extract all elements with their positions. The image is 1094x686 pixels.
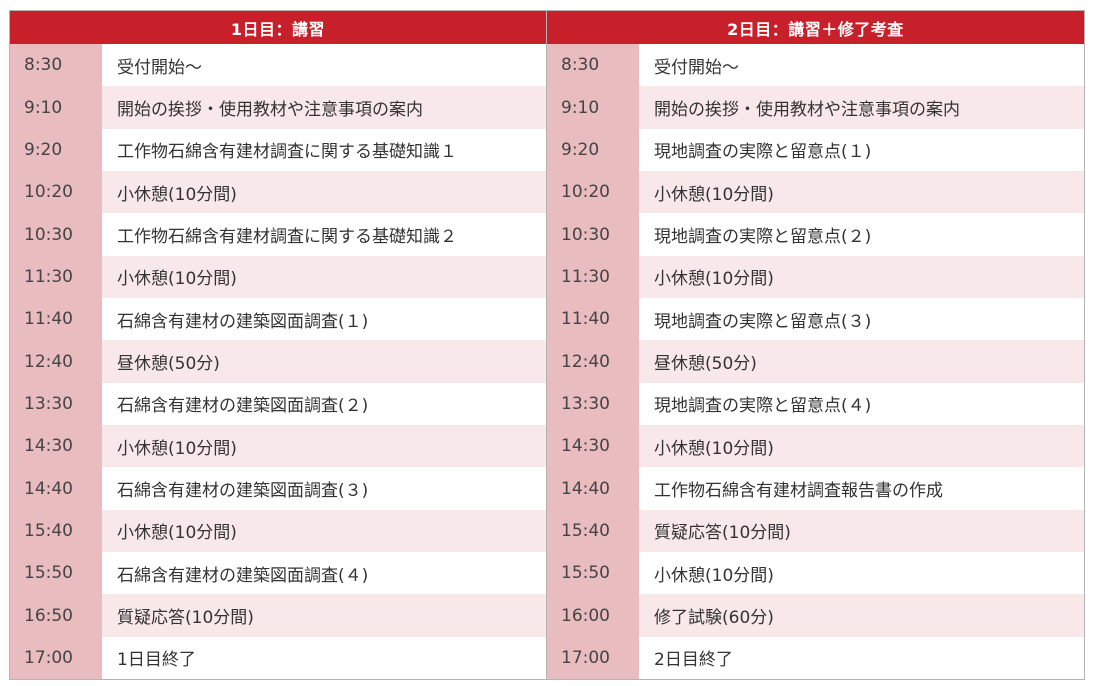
schedule-row: 9:20 現地調査の実際と留意点(１): [547, 128, 1084, 172]
schedule-row: 11:40 石綿含有建材の建築図面調査(１): [10, 298, 546, 341]
time-cell: 10:20: [10, 171, 102, 214]
time-cell: 8:30: [10, 44, 102, 87]
schedule-row: 12:40 昼休憩(50分): [547, 340, 1084, 383]
activity-cell: 小休憩(10分間): [639, 171, 1084, 214]
day1-schedule: 1日目：講習 8:30 受付開始～ 9:10 開始の挨拶・使用教材や注意事項の案内 9:…: [9, 10, 547, 680]
activity-cell: 工作物石綿含有建材調査に関する基礎知識１: [102, 128, 546, 172]
schedule-row: 10:20 小休憩(10分間): [547, 171, 1084, 214]
time-cell: 10:30: [10, 213, 102, 256]
schedule-row: 14:40 石綿含有建材の建築図面調査(３): [10, 467, 546, 510]
schedule-row: 14:30 小休憩(10分間): [10, 425, 546, 468]
schedule-row: 16:50 質疑応答(10分間): [10, 594, 546, 637]
activity-cell: 石綿含有建材の建築図面調査(１): [102, 298, 546, 341]
schedule-row: 10:30 現地調査の実際と留意点(２): [547, 213, 1084, 256]
activity-cell: 工作物石綿含有建材調査に関する基礎知識２: [102, 213, 546, 256]
time-cell: 11:30: [547, 255, 639, 299]
time-cell: 16:00: [547, 594, 639, 637]
time-cell: 11:30: [10, 255, 102, 299]
time-cell: 16:50: [10, 594, 102, 637]
activity-cell: 開始の挨拶・使用教材や注意事項の案内: [102, 86, 546, 129]
activity-cell: 小休憩(10分間): [102, 425, 546, 468]
activity-cell: 質疑応答(10分間): [639, 509, 1084, 553]
time-cell: 14:40: [10, 467, 102, 510]
activity-cell: 現地調査の実際と留意点(４): [639, 382, 1084, 426]
activity-cell: 石綿含有建材の建築図面調査(２): [102, 382, 546, 426]
schedule-row: 15:50 石綿含有建材の建築図面調査(４): [10, 552, 546, 595]
activity-cell: 質疑応答(10分間): [102, 594, 546, 637]
time-cell: 15:50: [547, 552, 639, 595]
schedule-row: 17:00 2日目終了: [547, 636, 1084, 679]
schedule-row: 14:40 工作物石綿含有建材調査報告書の作成: [547, 467, 1084, 510]
time-cell: 9:10: [10, 86, 102, 129]
time-cell: 17:00: [547, 636, 639, 679]
day1-rows: 8:30 受付開始～ 9:10 開始の挨拶・使用教材や注意事項の案内 9:20 工作物石綿…: [10, 44, 546, 679]
activity-cell: 小休憩(10分間): [102, 171, 546, 214]
time-cell: 15:50: [10, 552, 102, 595]
time-cell: 14:30: [10, 425, 102, 468]
activity-cell: 石綿含有建材の建築図面調査(３): [102, 467, 546, 510]
time-cell: 9:20: [547, 128, 639, 172]
time-cell: 14:30: [547, 425, 639, 468]
schedule-row: 16:00 修了試験(60分): [547, 594, 1084, 637]
time-cell: 11:40: [547, 298, 639, 341]
time-cell: 12:40: [10, 340, 102, 383]
schedule-row: 10:20 小休憩(10分間): [10, 171, 546, 214]
activity-cell: 小休憩(10分間): [639, 425, 1084, 468]
time-cell: 15:40: [10, 509, 102, 553]
activity-cell: 工作物石綿含有建材調査報告書の作成: [639, 467, 1084, 510]
time-cell: 9:10: [547, 86, 639, 129]
schedule-row: 13:30 石綿含有建材の建築図面調査(２): [10, 382, 546, 426]
activity-cell: 受付開始～: [639, 44, 1084, 87]
schedule-row: 9:20 工作物石綿含有建材調査に関する基礎知識１: [10, 128, 546, 172]
activity-cell: 現地調査の実際と留意点(２): [639, 213, 1084, 256]
time-cell: 14:40: [547, 467, 639, 510]
day1-header: 1日目：講習: [10, 11, 546, 45]
activity-cell: 1日目終了: [102, 636, 546, 679]
time-cell: 10:30: [547, 213, 639, 256]
time-cell: 9:20: [10, 128, 102, 172]
schedule-row: 15:40 質疑応答(10分間): [547, 509, 1084, 553]
activity-cell: 小休憩(10分間): [102, 509, 546, 553]
activity-cell: 現地調査の実際と留意点(３): [639, 298, 1084, 341]
activity-cell: 2日目終了: [639, 636, 1084, 679]
activity-cell: 小休憩(10分間): [639, 552, 1084, 595]
time-cell: 13:30: [10, 382, 102, 426]
schedule-row: 12:40 昼休憩(50分): [10, 340, 546, 383]
activity-cell: 現地調査の実際と留意点(１): [639, 128, 1084, 172]
schedule-row: 8:30 受付開始～: [547, 44, 1084, 87]
day2-rows: 8:30 受付開始～ 9:10 開始の挨拶・使用教材や注意事項の案内 9:20 現地調査の…: [547, 44, 1084, 679]
activity-cell: 昼休憩(50分): [102, 340, 546, 383]
time-cell: 10:20: [547, 171, 639, 214]
activity-cell: 石綿含有建材の建築図面調査(４): [102, 552, 546, 595]
schedule-row: 17:00 1日目終了: [10, 636, 546, 679]
schedule-table: 1日目：講習 8:30 受付開始～ 9:10 開始の挨拶・使用教材や注意事項の案内 9:…: [9, 10, 1085, 680]
schedule-row: 9:10 開始の挨拶・使用教材や注意事項の案内: [547, 86, 1084, 129]
schedule-row: 13:30 現地調査の実際と留意点(４): [547, 382, 1084, 426]
day2-header: 2日目：講習＋修了考査: [547, 11, 1084, 45]
activity-cell: 昼休憩(50分): [639, 340, 1084, 383]
schedule-row: 8:30 受付開始～: [10, 44, 546, 87]
schedule-row: 11:30 小休憩(10分間): [10, 255, 546, 299]
activity-cell: 小休憩(10分間): [639, 255, 1084, 299]
time-cell: 12:40: [547, 340, 639, 383]
time-cell: 15:40: [547, 509, 639, 553]
schedule-row: 10:30 工作物石綿含有建材調査に関する基礎知識２: [10, 213, 546, 256]
activity-cell: 開始の挨拶・使用教材や注意事項の案内: [639, 86, 1084, 129]
schedule-row: 11:40 現地調査の実際と留意点(３): [547, 298, 1084, 341]
day2-schedule: 2日目：講習＋修了考査 8:30 受付開始～ 9:10 開始の挨拶・使用教材や注意事項…: [547, 10, 1085, 680]
time-cell: 13:30: [547, 382, 639, 426]
activity-cell: 受付開始～: [102, 44, 546, 87]
activity-cell: 修了試験(60分): [639, 594, 1084, 637]
time-cell: 11:40: [10, 298, 102, 341]
schedule-row: 15:50 小休憩(10分間): [547, 552, 1084, 595]
schedule-row: 9:10 開始の挨拶・使用教材や注意事項の案内: [10, 86, 546, 129]
time-cell: 8:30: [547, 44, 639, 87]
schedule-row: 15:40 小休憩(10分間): [10, 509, 546, 553]
activity-cell: 小休憩(10分間): [102, 255, 546, 299]
schedule-row: 14:30 小休憩(10分間): [547, 425, 1084, 468]
time-cell: 17:00: [10, 636, 102, 679]
schedule-row: 11:30 小休憩(10分間): [547, 255, 1084, 299]
